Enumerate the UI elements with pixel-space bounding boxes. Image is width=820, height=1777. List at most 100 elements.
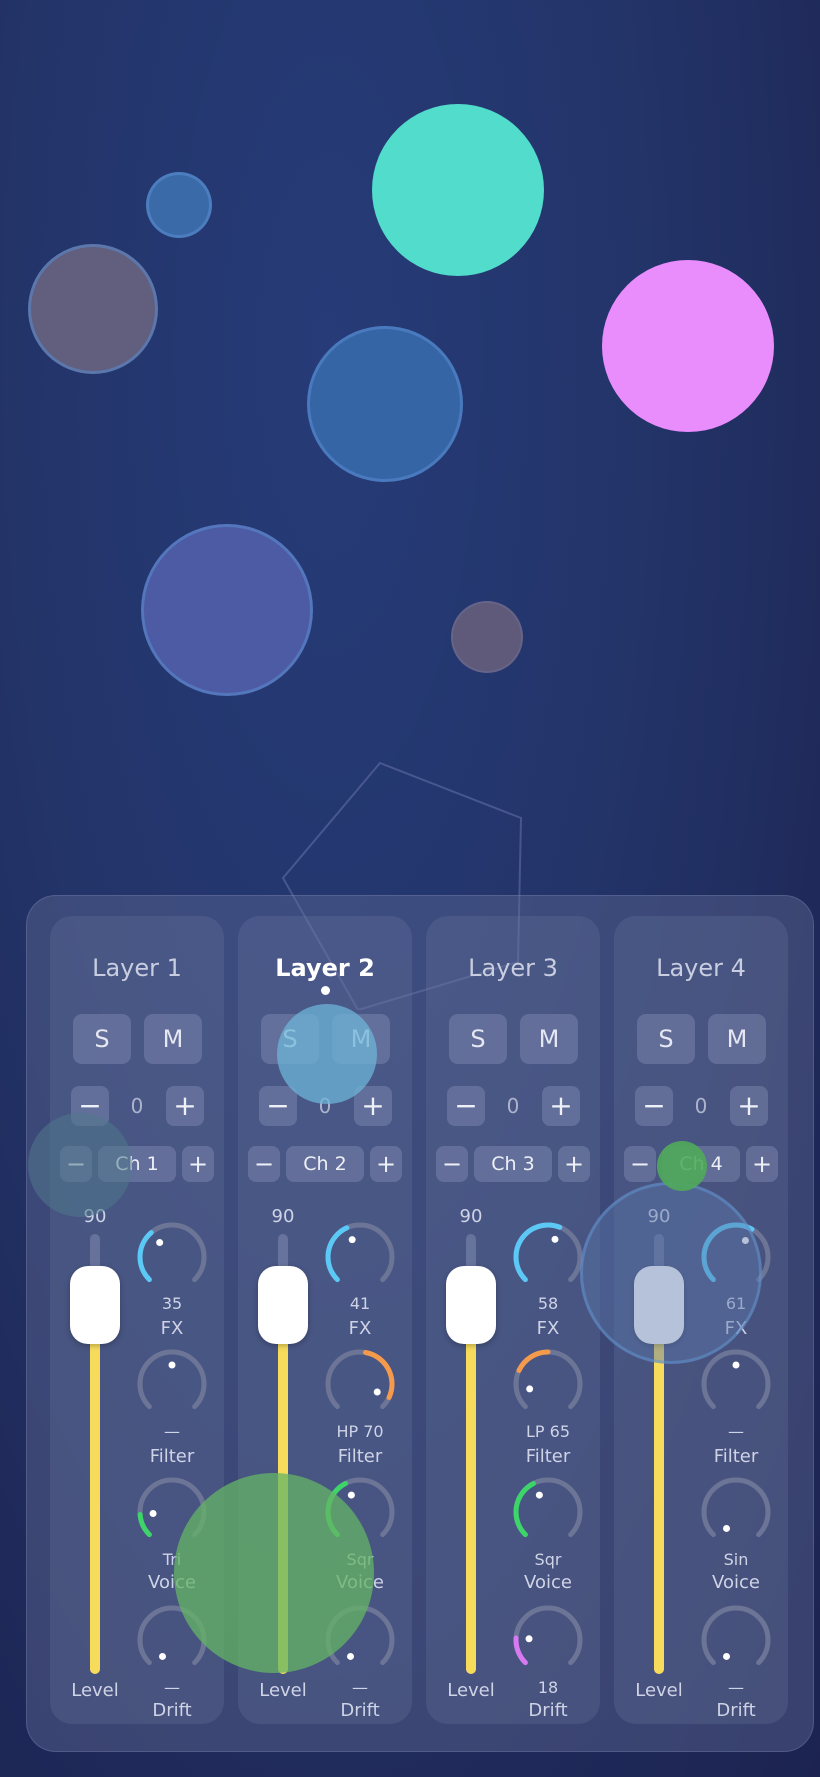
channel-decrement-button[interactable]: − xyxy=(436,1146,468,1182)
level-fader-fill xyxy=(466,1316,476,1674)
fx-knob[interactable] xyxy=(324,1221,396,1293)
midi-channel-value: Ch 3 xyxy=(474,1146,552,1182)
fx-knob-pointer xyxy=(348,1236,356,1244)
touch-indicator-large-green xyxy=(174,1473,374,1673)
offset-value: 0 xyxy=(506,1094,520,1118)
level-label: Level xyxy=(635,1680,683,1701)
channel-increment-button[interactable]: + xyxy=(370,1146,402,1182)
level-label: Level xyxy=(71,1680,119,1701)
touch-indicator-blue xyxy=(277,1004,377,1104)
drift-knob-pointer xyxy=(525,1635,533,1643)
fx-knob[interactable] xyxy=(512,1221,584,1293)
offset-increment-button[interactable]: + xyxy=(542,1086,580,1126)
filter-knob[interactable] xyxy=(512,1348,584,1420)
channel-increment-button[interactable]: + xyxy=(746,1146,778,1182)
filter-value: LP 65 xyxy=(525,1422,570,1441)
filter-knob[interactable] xyxy=(136,1348,208,1420)
offset-increment-button[interactable]: + xyxy=(730,1086,768,1126)
mute-button[interactable]: M xyxy=(520,1014,578,1064)
level-fader-handle[interactable] xyxy=(70,1266,120,1344)
offset-value: 0 xyxy=(130,1094,144,1118)
voice-value: Sin xyxy=(723,1550,749,1569)
filter-knob-pointer xyxy=(526,1385,534,1393)
offset-decrement-button[interactable]: − xyxy=(635,1086,673,1126)
drift-label: Drift xyxy=(152,1700,192,1721)
offset-decrement-button[interactable]: − xyxy=(447,1086,485,1126)
channel-increment-button[interactable]: + xyxy=(182,1146,214,1182)
active-indicator-dot xyxy=(321,986,330,995)
voice-knob-value-arc xyxy=(137,1512,152,1538)
drift-knob-pointer xyxy=(347,1652,354,1660)
visual-bubble-brown xyxy=(28,244,158,374)
drift-knob-pointer xyxy=(723,1652,730,1660)
fx-knob[interactable] xyxy=(136,1221,208,1293)
fx-knob-value-arc xyxy=(513,1222,563,1283)
level-fader-handle[interactable] xyxy=(258,1266,308,1344)
fx-label: FX xyxy=(536,1318,560,1339)
visual-bubble-teal xyxy=(372,104,544,276)
drift-knob-track xyxy=(701,1605,771,1666)
level-value: 90 xyxy=(459,1206,483,1227)
voice-knob-value-arc xyxy=(513,1480,536,1538)
channel-strip-3: Layer 3 S M −0 + − Ch 3 +90 Level 58 FX LP 65 Filter… xyxy=(426,916,600,1724)
voice-knob-pointer xyxy=(723,1524,730,1532)
channel-title[interactable]: Layer 4 xyxy=(614,954,788,982)
voice-knob-pointer xyxy=(347,1491,355,1499)
channel-decrement-button[interactable]: − xyxy=(248,1146,280,1182)
fx-knob-pointer xyxy=(156,1239,164,1247)
level-label: Level xyxy=(447,1680,495,1701)
fx-value: 58 xyxy=(537,1294,559,1313)
solo-button[interactable]: S xyxy=(449,1014,507,1064)
channel-title[interactable]: Layer 2 xyxy=(238,954,412,982)
drift-value: — xyxy=(352,1678,368,1697)
channel-title[interactable]: Layer 3 xyxy=(426,954,600,982)
offset-increment-button[interactable]: + xyxy=(354,1086,392,1126)
channel-increment-button[interactable]: + xyxy=(558,1146,590,1182)
offset-increment-button[interactable]: + xyxy=(166,1086,204,1126)
solo-button[interactable]: S xyxy=(73,1014,131,1064)
voice-knob[interactable] xyxy=(512,1476,584,1548)
drift-knob[interactable] xyxy=(700,1604,772,1676)
drift-knob-value-arc xyxy=(513,1635,528,1666)
drift-knob-pointer xyxy=(159,1652,166,1660)
drift-knob-track xyxy=(513,1605,583,1666)
solo-button[interactable]: S xyxy=(637,1014,695,1064)
touch-indicator-small-green xyxy=(657,1141,707,1191)
drift-label: Drift xyxy=(716,1700,756,1721)
level-fader-handle[interactable] xyxy=(446,1266,496,1344)
filter-knob[interactable] xyxy=(700,1348,772,1420)
channel-title[interactable]: Layer 1 xyxy=(50,954,224,982)
visual-bubble-small-blue xyxy=(146,172,212,238)
voice-label: Voice xyxy=(524,1572,572,1593)
voice-value: Sqr xyxy=(534,1550,562,1569)
drift-label: Drift xyxy=(340,1700,380,1721)
mute-button[interactable]: M xyxy=(144,1014,202,1064)
mute-button[interactable]: M xyxy=(708,1014,766,1064)
touch-indicator-slate xyxy=(28,1113,132,1217)
filter-label: Filter xyxy=(713,1446,759,1467)
level-fader-fill xyxy=(654,1316,664,1674)
channel-decrement-button[interactable]: − xyxy=(624,1146,656,1182)
offset-decrement-button[interactable]: − xyxy=(259,1086,297,1126)
drift-value: 18 xyxy=(537,1678,559,1697)
filter-value: — xyxy=(164,1422,180,1441)
visual-bubble-magenta xyxy=(602,260,774,432)
fx-label: FX xyxy=(160,1318,184,1339)
fx-knob-value-arc xyxy=(325,1225,350,1283)
drift-value: — xyxy=(728,1678,744,1697)
visual-bubble-blue xyxy=(307,326,463,482)
voice-knob[interactable] xyxy=(700,1476,772,1548)
touch-indicator-large-blue xyxy=(580,1182,762,1364)
fx-value: 41 xyxy=(349,1294,371,1313)
offset-value: 0 xyxy=(694,1094,708,1118)
filter-knob-pointer xyxy=(373,1388,381,1396)
filter-knob[interactable] xyxy=(324,1348,396,1420)
filter-knob-pointer xyxy=(732,1361,740,1369)
filter-label: Filter xyxy=(149,1446,195,1467)
drift-knob[interactable] xyxy=(512,1604,584,1676)
voice-knob-pointer xyxy=(149,1509,157,1517)
drift-value: — xyxy=(164,1678,180,1697)
voice-label: Voice xyxy=(712,1572,760,1593)
visual-bubble-violet xyxy=(141,524,313,696)
filter-knob-value-arc xyxy=(516,1349,551,1373)
